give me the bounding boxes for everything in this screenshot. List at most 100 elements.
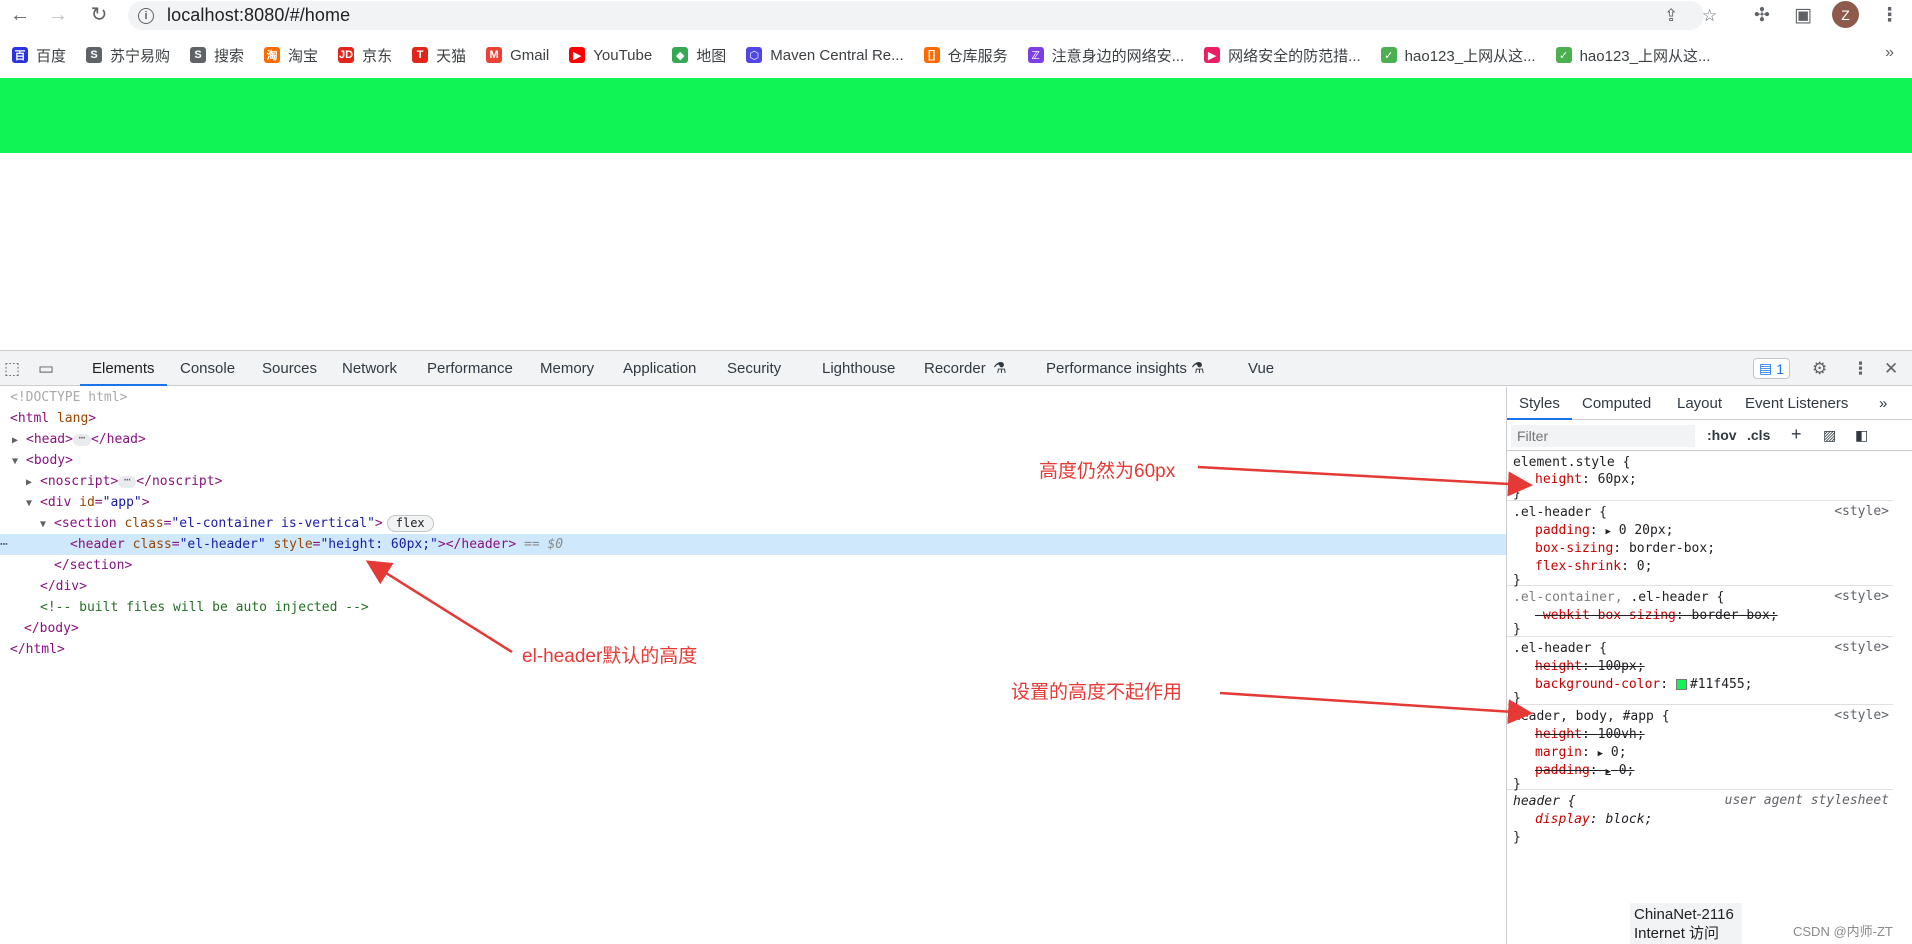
ellipsis-icon[interactable]: ⋯ — [118, 474, 137, 488]
prop-name[interactable]: display — [1535, 812, 1590, 827]
bookmarks-more-icon[interactable]: » — [1885, 44, 1894, 62]
dom-html[interactable]: <html lang> — [10, 408, 96, 429]
bookmark-item[interactable]: 淘淘宝 — [264, 45, 318, 66]
tab-vue[interactable]: Vue — [1248, 351, 1274, 386]
collapse-triangle-icon[interactable]: ▼ — [12, 451, 26, 472]
dom-html-close[interactable]: </html> — [10, 639, 65, 660]
rule-source-link[interactable]: <style> — [1834, 504, 1889, 519]
star-icon[interactable]: ☆ — [1702, 6, 1717, 26]
close-icon[interactable]: ✕ — [1884, 359, 1898, 379]
avatar[interactable]: Z — [1832, 1, 1859, 28]
dom-div-close[interactable]: </div> — [40, 576, 87, 597]
dom-section[interactable]: ▼ <section class="el-container is-vertica… — [40, 513, 434, 534]
prop-name[interactable]: height — [1535, 472, 1582, 487]
prop-name[interactable]: margin — [1535, 745, 1582, 760]
tab-layout[interactable]: Layout — [1677, 387, 1722, 420]
gear-icon[interactable]: ⚙ — [1812, 359, 1827, 379]
dom-body[interactable]: ▼ <body> — [12, 450, 73, 471]
prop-name[interactable]: padding — [1535, 763, 1590, 778]
bookmark-item[interactable]: JD 京东 — [338, 45, 392, 66]
bookmark-item[interactable]: ⬡ Maven Central Re... — [746, 47, 904, 64]
tab-network[interactable]: Network — [342, 351, 397, 386]
forward-arrow-icon[interactable]: → — [45, 2, 71, 28]
tab-computed[interactable]: Computed — [1582, 387, 1651, 420]
tab-console[interactable]: Console — [180, 351, 235, 386]
expand-triangle-icon[interactable]: ▶ — [12, 430, 26, 451]
tab-elements[interactable]: Elements — [80, 351, 167, 386]
expand-triangle-icon[interactable]: ▶ — [1598, 749, 1603, 759]
more-tabs-icon[interactable]: » — [1879, 387, 1887, 420]
prop-name[interactable]: height — [1535, 659, 1582, 674]
sidepanel-icon[interactable]: ▣ — [1794, 4, 1812, 27]
prop-value[interactable]: 100vh; — [1598, 727, 1645, 742]
prop-value[interactable]: 100px; — [1598, 659, 1645, 674]
prop-name[interactable]: padding — [1535, 523, 1590, 538]
tab-sources[interactable]: Sources — [262, 351, 317, 386]
dom-header-selected[interactable]: ⋯ <header class="el-header" style="heigh… — [0, 534, 1506, 555]
inspect-element-icon[interactable]: ⬚ — [4, 359, 20, 379]
bookmark-item[interactable]: S 苏宁易购 — [86, 45, 170, 66]
kebab-menu-icon[interactable]: ⋮ — [1852, 359, 1869, 379]
site-info-icon[interactable]: i — [138, 7, 154, 24]
sidebar-toggle-icon[interactable]: ◧ — [1855, 427, 1868, 444]
rule-el-container-header[interactable]: .el-container, .el-header { <style> -web… — [1507, 587, 1893, 637]
collapse-triangle-icon[interactable]: ▼ — [26, 493, 40, 514]
dom-body-close[interactable]: </body> — [24, 618, 79, 639]
bookmark-item[interactable]: ◆ 地图 — [672, 45, 726, 66]
bookmark-item[interactable]: 百百度 — [12, 45, 66, 66]
tab-security[interactable]: Security — [727, 351, 781, 386]
bookmark-item[interactable]: S 搜索 — [190, 45, 244, 66]
flex-badge[interactable]: flex — [386, 515, 434, 532]
rule-source-link[interactable]: <style> — [1834, 589, 1889, 604]
puzzle-icon[interactable]: ✣ — [1754, 4, 1770, 27]
tab-application[interactable]: Application — [623, 351, 696, 386]
tab-styles[interactable]: Styles — [1507, 387, 1572, 420]
prop-value[interactable]: 0; — [1611, 745, 1627, 760]
dom-doctype[interactable]: <!DOCTYPE html> — [10, 387, 127, 408]
prop-name[interactable]: box-sizing — [1535, 541, 1613, 556]
dom-section-close[interactable]: </section> — [54, 555, 132, 576]
prop-value[interactable]: 60px; — [1598, 472, 1637, 487]
rule-element-style[interactable]: element.style { height: 60px; } — [1507, 452, 1893, 501]
color-swatch[interactable] — [1675, 679, 1687, 690]
cls-toggle[interactable]: .cls — [1747, 427, 1770, 443]
tab-lighthouse[interactable]: Lighthouse — [822, 351, 895, 386]
ellipsis-icon[interactable]: ⋯ — [72, 432, 91, 446]
hov-toggle[interactable]: :hov — [1707, 427, 1737, 443]
url-text[interactable]: localhost:8080/#/home — [167, 5, 350, 26]
rule-header-body-app[interactable]: header, body, #app { <style> height: 100… — [1507, 706, 1893, 792]
bookmark-item[interactable]: [] 仓库服务 — [923, 45, 1008, 66]
prop-value[interactable]: block; — [1605, 812, 1652, 827]
tab-performance-insights[interactable]: Performance insights — [1046, 351, 1187, 386]
device-toolbar-icon[interactable]: ▭ — [38, 359, 54, 379]
kebab-menu-icon[interactable]: ⋮ — [1880, 4, 1899, 27]
prop-name[interactable]: background-color — [1535, 677, 1660, 692]
collapse-triangle-icon[interactable]: ▼ — [40, 514, 54, 535]
tab-memory[interactable]: Memory — [540, 351, 594, 386]
bookmark-item[interactable]: ✓ hao123_上网从这... — [1380, 45, 1536, 66]
prop-value[interactable]: border-box; — [1692, 608, 1778, 623]
prop-name[interactable]: flex-shrink — [1535, 559, 1621, 574]
add-rule-icon[interactable]: + — [1791, 424, 1802, 445]
prop-value[interactable]: border-box; — [1629, 541, 1715, 556]
address-bar[interactable]: i localhost:8080/#/home ⇪ ☆ — [128, 1, 1717, 30]
expand-triangle-icon[interactable]: ▶ — [1605, 527, 1610, 537]
expand-triangle-icon[interactable]: ▶ — [26, 472, 40, 493]
bookmark-item[interactable]: ℤ 注意身边的网络安... — [1027, 45, 1184, 66]
dom-div-app[interactable]: ▼ <div id="app"> — [26, 492, 150, 513]
rule-source-link[interactable]: <style> — [1834, 640, 1889, 655]
rule-header-ua[interactable]: header { user agent stylesheet display: … — [1507, 791, 1893, 851]
bookmark-item[interactable]: ▶ YouTube — [569, 47, 652, 64]
prop-value[interactable]: 0; — [1637, 559, 1653, 574]
dom-head[interactable]: ▶ <head> ⋯ </head> — [12, 429, 146, 450]
bookmark-item[interactable]: T 天猫 — [412, 45, 466, 66]
tab-performance[interactable]: Performance — [427, 351, 513, 386]
bookmark-item[interactable]: M Gmail — [486, 47, 549, 64]
bookmark-item[interactable]: ✓ hao123_上网从这... — [1555, 45, 1710, 66]
dom-comment[interactable]: <!-- built files will be auto injected -… — [40, 597, 369, 618]
bookmark-item[interactable]: ▶ 网络安全的防范措... — [1204, 45, 1361, 66]
reload-icon[interactable]: ↻ — [86, 2, 112, 28]
dom-noscript[interactable]: ▶ <noscript> ⋯ </noscript> — [26, 471, 222, 492]
tab-event-listeners[interactable]: Event Listeners — [1745, 387, 1848, 420]
prop-value[interactable]: 0 20px; — [1619, 523, 1674, 538]
